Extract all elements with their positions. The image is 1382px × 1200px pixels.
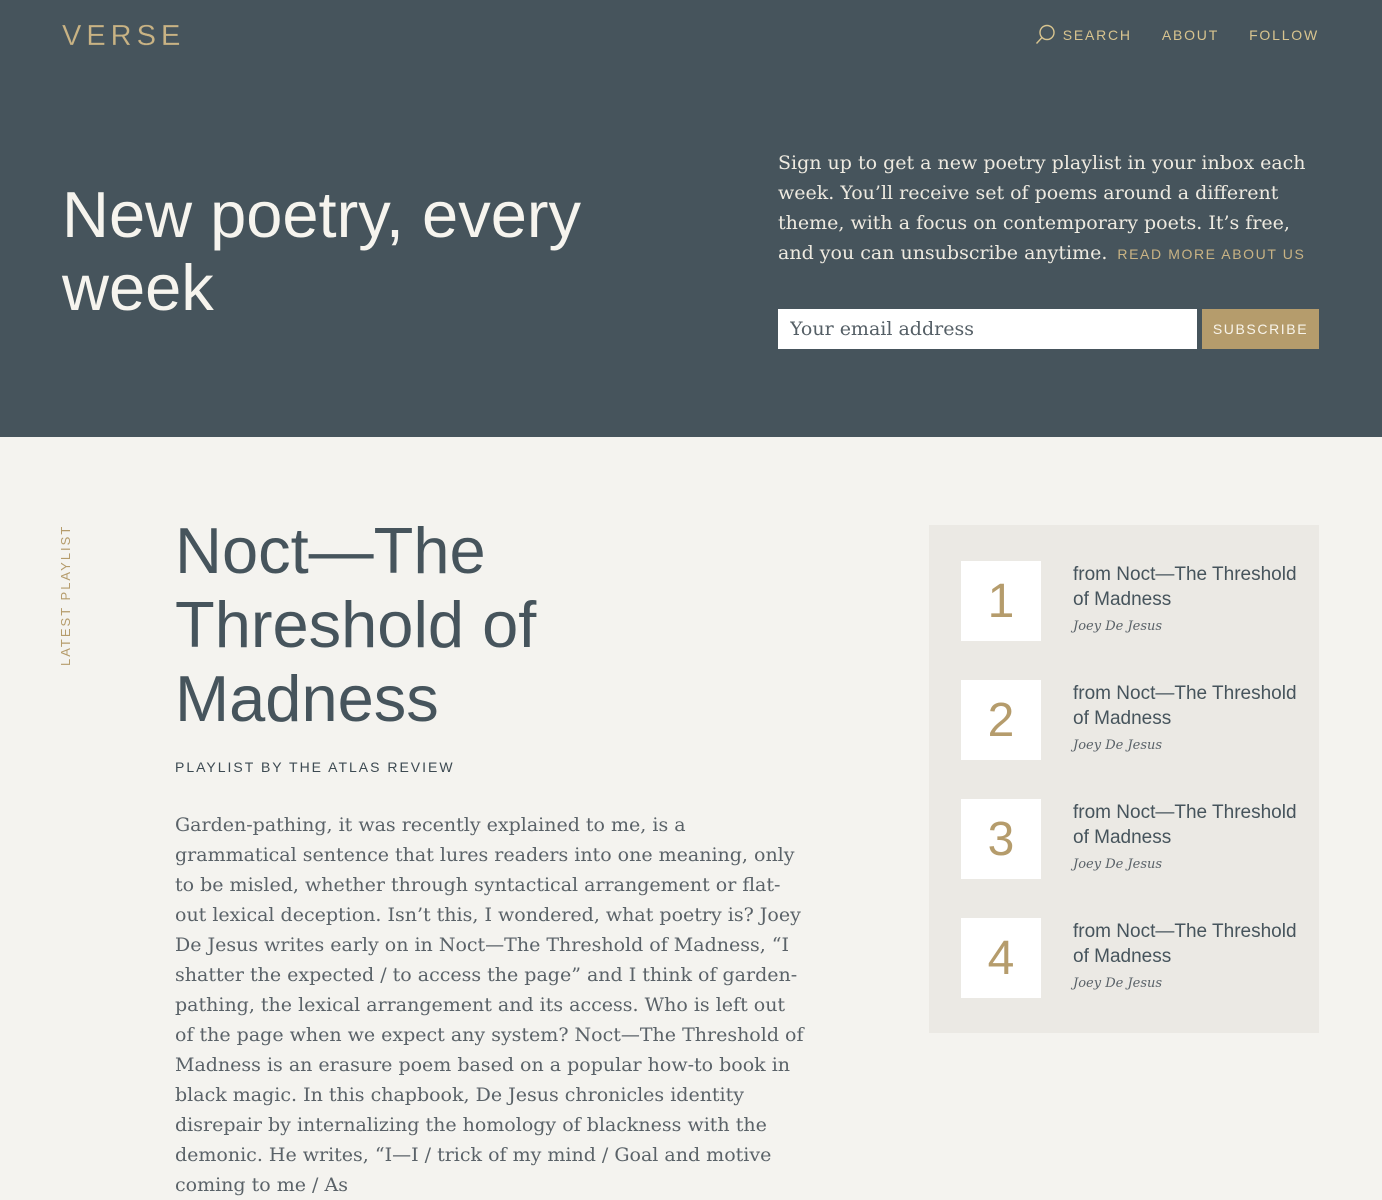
- track-title[interactable]: from Noct—The Threshold of Madness: [1073, 562, 1303, 612]
- site-logo[interactable]: VERSE: [62, 20, 185, 53]
- playlist-title[interactable]: Noct—The Threshold of Madness: [175, 514, 735, 736]
- nav-about[interactable]: ABOUT: [1162, 27, 1219, 43]
- track-author: Joey De Jesus: [1073, 738, 1163, 753]
- hero-section: VERSE SEARCH ABOUT FOLLOW New poetry, ev…: [0, 0, 1382, 437]
- track-title[interactable]: from Noct—The Threshold of Madness: [1073, 919, 1303, 969]
- track-item[interactable]: 1 from Noct—The Threshold of Madness Joe…: [961, 561, 1301, 641]
- playlist-byline: PLAYLIST BY THE ATLAS REVIEW: [175, 759, 455, 775]
- track-number: 4: [961, 918, 1041, 998]
- main-nav: SEARCH ABOUT FOLLOW: [1035, 24, 1319, 45]
- nav-search[interactable]: SEARCH: [1035, 24, 1132, 45]
- track-item[interactable]: 4 from Noct—The Threshold of Madness Joe…: [961, 918, 1301, 998]
- track-number: 2: [961, 680, 1041, 760]
- nav-search-label: SEARCH: [1062, 26, 1132, 43]
- track-number: 3: [961, 799, 1041, 879]
- track-author: Joey De Jesus: [1073, 857, 1163, 872]
- signup-description: Sign up to get a new poetry playlist in …: [778, 148, 1323, 269]
- track-author: Joey De Jesus: [1073, 619, 1163, 634]
- subscribe-button[interactable]: SUBSCRIBE: [1202, 309, 1319, 349]
- track-title[interactable]: from Noct—The Threshold of Madness: [1073, 800, 1303, 850]
- track-number: 1: [961, 561, 1041, 641]
- track-title[interactable]: from Noct—The Threshold of Madness: [1073, 681, 1303, 731]
- track-author: Joey De Jesus: [1073, 976, 1163, 991]
- track-item[interactable]: 2 from Noct—The Threshold of Madness Joe…: [961, 680, 1301, 760]
- track-item[interactable]: 3 from Noct—The Threshold of Madness Joe…: [961, 799, 1301, 879]
- playlist-description: Garden-pathing, it was recently explaine…: [175, 814, 804, 1196]
- latest-playlist-label: LATEST PLAYLIST: [58, 524, 73, 666]
- track-list: 1 from Noct—The Threshold of Madness Joe…: [929, 525, 1319, 1033]
- email-input[interactable]: [778, 309, 1197, 349]
- hero-headline: New poetry, every week: [62, 178, 581, 324]
- nav-follow[interactable]: FOLLOW: [1249, 27, 1319, 43]
- search-icon: [1035, 24, 1055, 44]
- read-more-link[interactable]: READ MORE ABOUT US: [1117, 246, 1305, 262]
